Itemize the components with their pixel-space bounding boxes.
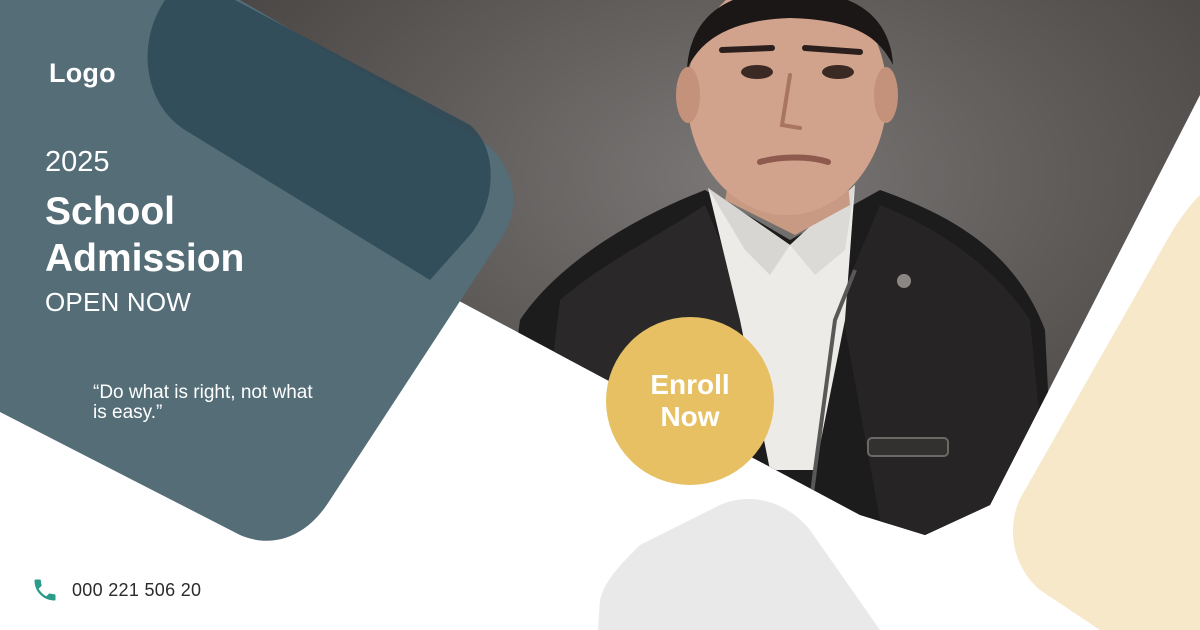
quote-text: “Do what is right, not what is easy.” — [93, 382, 313, 423]
year-label: 2025 — [45, 146, 110, 178]
enroll-now-button[interactable]: Enroll Now — [606, 317, 774, 485]
enroll-label-line-1: Enroll — [650, 369, 730, 400]
banner-canvas: Logo 2025 School Admission OPEN NOW “Do … — [0, 0, 1200, 630]
title-line-1: School — [45, 190, 176, 233]
gray-shape — [598, 499, 880, 630]
phone-icon — [31, 576, 59, 604]
page-title: School Admission — [45, 188, 345, 282]
enroll-label-line-2: Now — [660, 401, 720, 432]
enroll-button-label: Enroll Now — [650, 369, 729, 433]
open-now-label: OPEN NOW — [45, 287, 192, 317]
phone-number[interactable]: 000 221 506 20 — [72, 580, 201, 601]
logo-text: Logo — [49, 58, 116, 88]
contact-info: 000 221 506 20 — [31, 576, 201, 604]
cream-shape — [1013, 195, 1200, 630]
title-line-2: Admission — [45, 237, 245, 280]
